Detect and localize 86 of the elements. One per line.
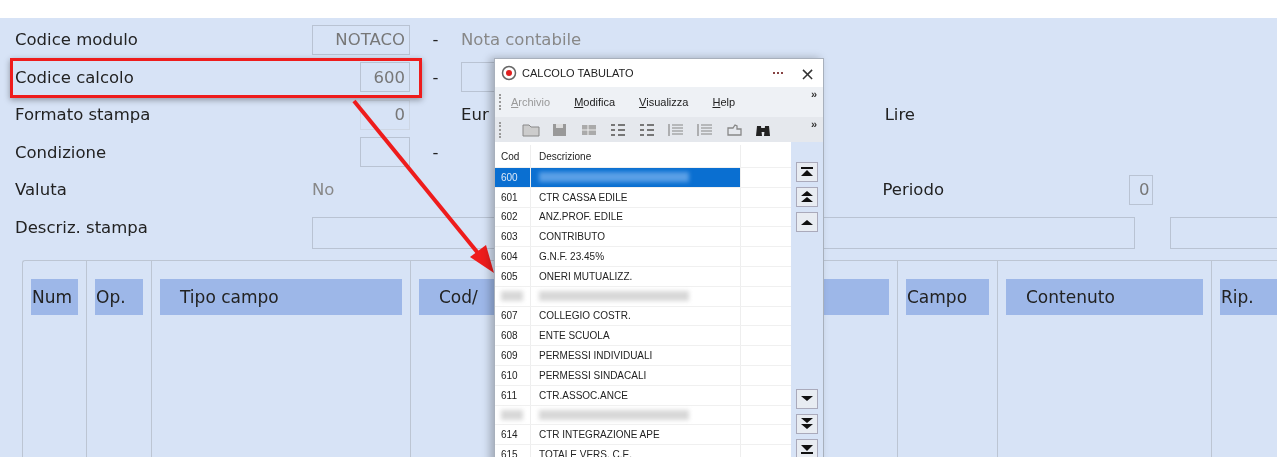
folder-icon[interactable] bbox=[522, 121, 540, 138]
list-row[interactable]: 611 CTR.ASSOC.ANCE bbox=[495, 385, 791, 406]
code-cell: 603 bbox=[495, 227, 531, 247]
description-cell: COLLEGIO COSTR. bbox=[531, 306, 741, 326]
separator: - bbox=[431, 142, 440, 162]
list-row[interactable]: 610 PERMESSI SINDACALI bbox=[495, 365, 791, 386]
check-list-icon[interactable] bbox=[609, 121, 627, 138]
window-title: CALCOLO TABULATO bbox=[522, 67, 635, 79]
code-cell: 608 bbox=[495, 326, 531, 346]
description-text: Nota contabile bbox=[461, 30, 582, 50]
list-row[interactable]: 603 CONTRIBUTO bbox=[495, 227, 791, 248]
code-cell: 609 bbox=[495, 346, 531, 365]
scroll-page-down-button[interactable] bbox=[796, 414, 818, 434]
field-label: Formato stampa bbox=[15, 105, 152, 125]
number-field[interactable]: 0 bbox=[1129, 174, 1154, 205]
blurred-text bbox=[501, 291, 523, 302]
text-field[interactable] bbox=[1170, 217, 1277, 250]
code-cell: 605 bbox=[495, 267, 531, 286]
list-row[interactable]: 609 PERMESSI INDIVIDUALI bbox=[495, 346, 791, 366]
description-cell: PERMESSI SINDACALI bbox=[531, 365, 741, 385]
column-header[interactable]: Cod bbox=[495, 145, 531, 167]
scroll-down-button[interactable] bbox=[796, 389, 818, 409]
field-label: Descriz. stampa bbox=[15, 217, 149, 237]
code-cell: 604 bbox=[495, 247, 531, 266]
minimize-icon[interactable] bbox=[772, 71, 785, 75]
column-header[interactable]: Descrizione bbox=[531, 145, 741, 167]
column-header[interactable]: Contenuto bbox=[1006, 279, 1203, 315]
value-text: No bbox=[312, 180, 335, 200]
column-header[interactable]: Num bbox=[31, 279, 78, 315]
field-label: Condizione bbox=[15, 142, 108, 162]
separator: - bbox=[431, 30, 440, 50]
code-cell: 601 bbox=[495, 187, 531, 207]
list-row[interactable]: 604 G.N.F. 23.45% bbox=[495, 247, 791, 267]
currency-label: Eur bbox=[461, 105, 489, 125]
menu-item[interactable]: Help bbox=[712, 96, 736, 108]
scroll-up-button[interactable] bbox=[796, 212, 818, 232]
field-label: Valuta bbox=[15, 180, 68, 200]
scroll-last-button[interactable] bbox=[796, 439, 818, 457]
bar-triangle-down-icon bbox=[800, 443, 814, 455]
code-cell: 600 bbox=[495, 168, 531, 187]
code-cell: 610 bbox=[495, 365, 531, 385]
double-triangle-down-icon bbox=[800, 418, 814, 430]
field-label: Periodo bbox=[882, 180, 945, 200]
description-cell: ANZ.PROF. EDILE bbox=[531, 207, 741, 227]
scroll-first-button[interactable] bbox=[796, 162, 818, 182]
currency-label: Lire bbox=[884, 105, 916, 125]
description-cell: G.N.F. 23.45% bbox=[531, 247, 741, 266]
description-cell: CONTRIBUTO bbox=[531, 227, 741, 247]
field-label: Codice modulo bbox=[15, 30, 139, 50]
code-cell: 602 bbox=[495, 207, 531, 227]
menu-item[interactable]: Visualizza bbox=[639, 96, 689, 108]
double-triangle-up-icon bbox=[800, 191, 814, 203]
scroll-page-up-button[interactable] bbox=[796, 187, 818, 207]
code-cell: 614 bbox=[495, 425, 531, 445]
app-icon bbox=[501, 65, 517, 81]
separator: - bbox=[431, 67, 440, 87]
code-cell: 607 bbox=[495, 306, 531, 326]
description-cell: ENTE SCUOLA bbox=[531, 326, 741, 346]
menu-item[interactable]: Modifica bbox=[574, 96, 616, 108]
column-header[interactable]: Campo bbox=[906, 279, 989, 315]
column-header[interactable]: Rip. bbox=[1220, 279, 1277, 315]
description-cell: CTR INTEGRAZIONE APE bbox=[531, 425, 741, 445]
close-button[interactable]: × bbox=[797, 62, 817, 84]
bar-triangle-up-icon bbox=[800, 166, 814, 178]
overflow-button[interactable]: » bbox=[810, 118, 817, 130]
save-icon[interactable] bbox=[551, 121, 569, 138]
number-field[interactable]: 0 bbox=[360, 99, 410, 130]
code-field[interactable] bbox=[360, 137, 410, 168]
field-label: Codice calcolo bbox=[15, 67, 135, 87]
list-row[interactable]: 614 CTR INTEGRAZIONE APE bbox=[495, 425, 791, 446]
column-header[interactable]: Op. bbox=[95, 279, 143, 315]
list-row[interactable]: 601 CTR CASSA EDILE bbox=[495, 187, 791, 208]
description-cell: CTR.ASSOC.ANCE bbox=[531, 385, 741, 405]
list-icon[interactable] bbox=[638, 121, 656, 138]
code-cell: 611 bbox=[495, 385, 531, 405]
overflow-button[interactable]: » bbox=[810, 88, 817, 100]
list-row[interactable]: 608 ENTE SCUOLA bbox=[495, 326, 791, 347]
description-cell: CTR CASSA EDILE bbox=[531, 187, 741, 207]
list-row[interactable]: 607 COLLEGIO COSTR. bbox=[495, 306, 791, 327]
description-cell: ONERI MUTUALIZZ. bbox=[531, 267, 741, 286]
list-row[interactable]: 602 ANZ.PROF. EDILE bbox=[495, 207, 791, 228]
description-cell: PERMESSI INDIVIDUALI bbox=[531, 346, 741, 365]
list-row[interactable]: 605 ONERI MUTUALIZZ. bbox=[495, 267, 791, 287]
code-field[interactable]: 600 bbox=[360, 62, 410, 93]
blurred-text bbox=[501, 409, 523, 420]
column-header[interactable]: Tipo campo bbox=[160, 279, 402, 315]
